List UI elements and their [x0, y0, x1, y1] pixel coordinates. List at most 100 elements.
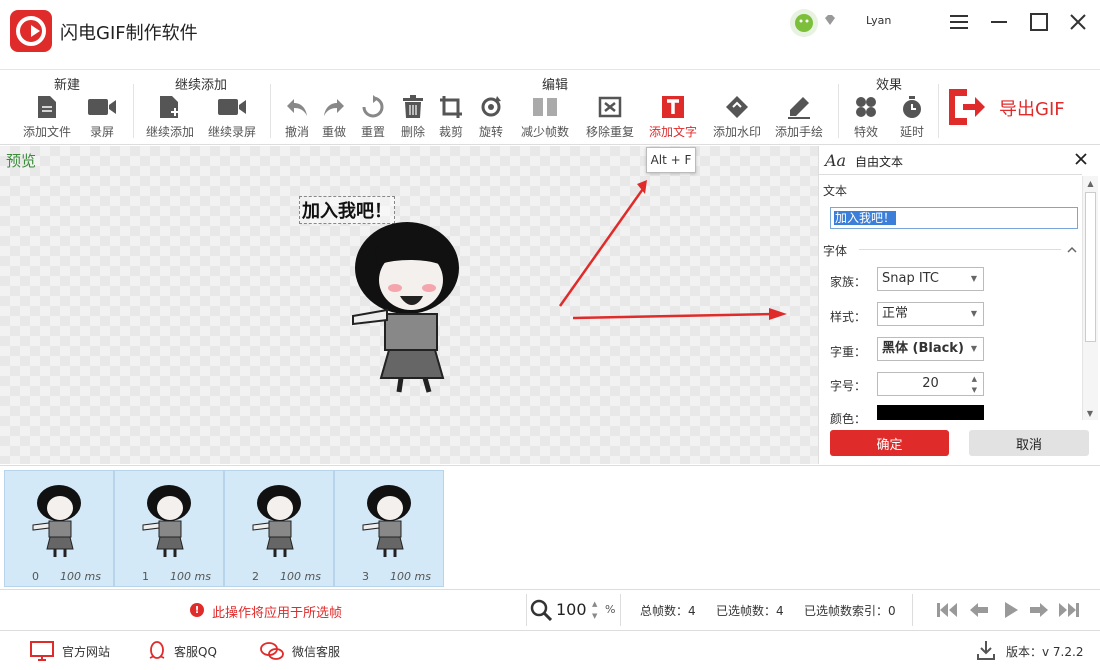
font-size-stepper[interactable]: 20 ▲ ▼	[877, 372, 984, 396]
pen-icon	[784, 94, 814, 120]
reduce-frames-button[interactable]: 减少帧数	[517, 94, 573, 142]
add-watermark-button[interactable]: 添加水印	[709, 94, 765, 142]
download-icon[interactable]	[977, 640, 995, 663]
continue-record-button[interactable]: 继续录屏	[204, 94, 260, 142]
last-frame-icon[interactable]	[1058, 600, 1080, 620]
rotate-button[interactable]: 旋转	[463, 94, 519, 142]
play-icon[interactable]	[1000, 600, 1022, 620]
shortcut-tooltip: Alt + F	[646, 147, 696, 173]
user-name[interactable]: Lyan	[866, 14, 891, 27]
size-label: 字号：	[830, 379, 867, 393]
add-watermark-label: 添加水印	[712, 125, 761, 139]
first-frame-icon[interactable]	[936, 600, 958, 620]
qq-icon	[149, 641, 165, 659]
video-camera-icon	[87, 94, 117, 120]
customer-qq-label: 客服QQ	[174, 644, 217, 659]
zoom-unit: %	[605, 603, 616, 616]
cartoon-figure-image	[345, 218, 475, 396]
record-label: 录屏	[89, 125, 114, 139]
selected-frame-index: 已选帧数索引：0	[804, 604, 896, 618]
remove-duplicate-label: 移除重复	[585, 125, 634, 139]
app-title: 闪电GIF制作软件	[60, 23, 198, 44]
group-title-effects: 效果	[875, 78, 902, 93]
toolbar: 新建 继续添加 编辑 效果 添加文件 录屏 继续添加 继续录屏 撤消 重做 重置…	[0, 70, 1100, 145]
frame-index: 0	[32, 570, 39, 583]
frame-image	[251, 483, 307, 562]
panel-close-icon[interactable]	[1075, 150, 1087, 169]
font-size-value: 20	[922, 376, 939, 391]
wechat-icon	[260, 642, 284, 660]
crop-icon	[436, 94, 466, 120]
remove-duplicate-button[interactable]: 移除重复	[582, 94, 638, 142]
frame-index: 2	[252, 570, 259, 583]
group-title-new: 新建	[53, 78, 80, 93]
app-logo-icon	[10, 10, 52, 52]
frame-thumbnail[interactable]: 1 100 ms	[114, 470, 224, 587]
frame-thumbnail[interactable]: 3 100 ms	[334, 470, 444, 587]
add-file-button[interactable]: 添加文件	[19, 94, 75, 142]
official-website-link[interactable]: 官方网站	[30, 641, 110, 661]
menu-icon[interactable]	[945, 8, 973, 36]
vip-diamond-icon[interactable]	[823, 13, 837, 30]
add-text-button[interactable]: 添加文字	[645, 94, 701, 142]
text-input-value: 加入我吧！	[834, 211, 897, 225]
separator	[526, 594, 527, 626]
frame-thumbnail[interactable]: 2 100 ms	[224, 470, 334, 587]
customer-qq-link[interactable]: 客服QQ	[148, 641, 217, 661]
zoom-stepper-icon[interactable]: ▲ ▼	[592, 598, 597, 622]
status-bar: ! 此操作将应用于所选帧 100 ▲ ▼ % 总帧数：4 已选帧数：4 已选帧数索…	[0, 589, 1100, 629]
font-weight-value: 黑体 (Black)	[882, 341, 964, 356]
export-gif-button[interactable]: 导出GIF	[945, 86, 1085, 130]
stopwatch-icon	[897, 94, 927, 120]
close-icon[interactable]	[1064, 8, 1092, 36]
user-avatar[interactable]	[790, 9, 818, 37]
chevron-up-icon[interactable]	[1067, 243, 1077, 257]
total-frames: 总帧数：4	[640, 604, 696, 618]
group-title-continue: 继续添加	[174, 78, 227, 93]
cancel-button[interactable]: 取消	[969, 430, 1089, 456]
separator	[133, 84, 134, 138]
group-title-edit: 编辑	[541, 78, 568, 93]
minimize-icon[interactable]	[985, 8, 1013, 36]
continue-record-label: 继续录屏	[207, 125, 256, 139]
scroll-down-icon[interactable]: ▼	[1083, 406, 1097, 420]
color-swatch[interactable]	[877, 405, 984, 420]
preview-label: 预览	[6, 152, 37, 170]
rotate-icon	[476, 94, 506, 120]
text-section-label: 文本	[823, 184, 848, 198]
maximize-icon[interactable]	[1025, 8, 1053, 36]
file-icon	[32, 94, 62, 120]
zoom-value[interactable]: 100	[556, 600, 587, 619]
stepper-arrows-icon[interactable]: ▲ ▼	[972, 374, 977, 396]
continue-add-button[interactable]: 继续添加	[142, 94, 198, 142]
font-family-select[interactable]: Snap ITC ▼	[877, 267, 984, 291]
add-handdraw-button[interactable]: 添加手绘	[771, 94, 827, 142]
wechat-service-link[interactable]: 微信客服	[260, 641, 340, 661]
frame-thumbnail[interactable]: 0 100 ms	[4, 470, 114, 587]
separator	[620, 594, 621, 626]
reduce-frames-label: 减少帧数	[520, 125, 569, 139]
family-label: 家族：	[830, 275, 867, 289]
delay-button[interactable]: 延时	[884, 94, 940, 142]
effects-icon	[851, 94, 881, 120]
reduce-frames-icon	[530, 94, 560, 120]
previous-frame-icon[interactable]	[968, 600, 990, 620]
panel-scrollbar[interactable]: ▲ ▼	[1082, 176, 1098, 420]
text-input[interactable]: 加入我吧！	[830, 207, 1078, 229]
frame-duration: 100 ms	[280, 570, 321, 583]
ok-button[interactable]: 确定	[830, 430, 949, 456]
font-weight-select[interactable]: 黑体 (Black) ▼	[877, 337, 984, 361]
font-style-select[interactable]: 正常 ▼	[877, 302, 984, 326]
chevron-down-icon: ▼	[970, 274, 977, 283]
preview-canvas[interactable]: 预览 加入我吧！ Alt + F	[0, 146, 818, 464]
scrollbar-thumb[interactable]	[1085, 192, 1096, 342]
scroll-up-icon[interactable]: ▲	[1083, 176, 1098, 190]
text-icon	[658, 94, 688, 120]
warning-icon: !	[190, 603, 204, 617]
font-style-value: 正常	[882, 306, 909, 321]
frame-duration: 100 ms	[390, 570, 431, 583]
next-frame-icon[interactable]	[1028, 600, 1050, 620]
zoom-icon[interactable]	[530, 599, 553, 624]
font-section-label: 字体	[823, 244, 848, 258]
record-button[interactable]: 录屏	[74, 94, 130, 142]
